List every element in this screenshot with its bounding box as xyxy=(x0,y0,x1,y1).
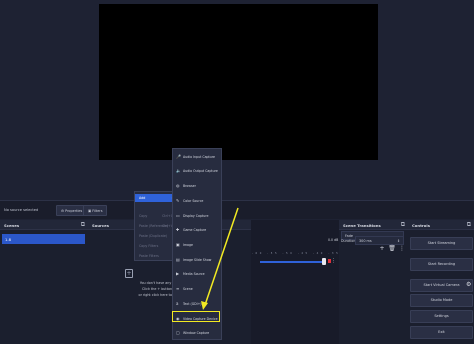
menu-item-paste-duplicate[interactable]: Paste (Duplicate) xyxy=(135,232,176,240)
menu-item-copy[interactable]: Copy Ctrl+C xyxy=(135,212,176,220)
list-icon: ≡ xyxy=(176,286,180,291)
virtual-camera-settings-icon[interactable]: ⚙ xyxy=(466,281,471,288)
transitions-title: Scene Transitions xyxy=(343,223,381,228)
undock-icon[interactable]: ⧉ xyxy=(467,221,471,229)
submenu-item-media-source[interactable]: ▶ Media Source xyxy=(176,268,205,278)
menu-item-add[interactable]: Add› xyxy=(135,194,176,202)
stepper-icon: ⇕ xyxy=(397,239,400,243)
volume-slider[interactable] xyxy=(260,261,326,263)
submenu-item-text-gdi[interactable]: a Text (GDI+) xyxy=(176,298,201,308)
menu-item-paste-filters[interactable]: Paste Filters xyxy=(135,252,176,260)
submenu-item-audio-input-capture[interactable]: 🎤 Audio Input Capture xyxy=(176,151,215,161)
submenu-item-display-capture[interactable]: ▭ Display Capture xyxy=(176,210,208,220)
microphone-icon: 🎤 xyxy=(176,154,181,159)
submenu-item-image-slide-show[interactable]: ▤ Image Slide Show xyxy=(176,254,211,264)
brush-icon: ✎ xyxy=(176,198,180,203)
remove-transition-button[interactable]: 🗑 xyxy=(388,244,396,253)
submenu-item-game-capture[interactable]: ✚ Game Capture xyxy=(176,224,206,234)
play-icon: ▶ xyxy=(176,271,180,276)
submenu-item-window-capture[interactable]: ▢ Window Capture xyxy=(176,327,209,337)
controls-title: Controls xyxy=(412,223,430,228)
studio-mode-button[interactable]: Studio Mode xyxy=(410,294,473,307)
text-icon: a xyxy=(176,301,179,306)
globe-icon: ◍ xyxy=(176,183,180,188)
window-icon: ▢ xyxy=(176,330,180,335)
preview-canvas[interactable] xyxy=(99,4,378,160)
audio-mixer-dock xyxy=(251,220,339,344)
controls-header: Controls ⧉ xyxy=(408,220,474,230)
no-source-label: No source selected xyxy=(4,208,39,212)
submenu-item-audio-output-capture[interactable]: 🔈 Audio Output Capture xyxy=(176,165,218,175)
scenes-title: Scenes xyxy=(4,223,20,228)
mixer-menu-icon[interactable]: ⋮ xyxy=(331,258,336,264)
image-icon: ▣ xyxy=(176,242,180,247)
transitions-header: Scene Transitions ⧉ xyxy=(339,220,408,230)
menu-item-paste-reference[interactable]: Paste (Reference) Ctrl+V xyxy=(135,222,176,230)
add-transition-button[interactable]: + xyxy=(378,244,386,253)
transition-menu-icon[interactable]: ⋮ xyxy=(398,244,406,253)
slideshow-icon: ▤ xyxy=(176,257,180,262)
context-menu: Add› CopyCtrl+C Paste (Reference)Ctrl+V … xyxy=(134,191,177,261)
submenu-item-color-source[interactable]: ✎ Color Source xyxy=(176,195,203,205)
duration-label: Duration xyxy=(341,239,356,243)
undock-icon[interactable]: ⧉ xyxy=(81,221,85,229)
exit-button[interactable]: Exit xyxy=(410,326,473,339)
start-recording-button[interactable]: Start Recording xyxy=(410,258,473,271)
add-source-button[interactable]: + xyxy=(125,269,133,278)
gamepad-icon: ✚ xyxy=(176,227,180,232)
start-streaming-button[interactable]: Start Streaming xyxy=(410,237,473,250)
start-virtual-camera-button[interactable]: Start Virtual Camera xyxy=(410,279,473,292)
menu-item-copy-filters[interactable]: Copy Filters xyxy=(135,242,176,250)
undock-icon[interactable]: ⧉ xyxy=(401,221,405,229)
submenu-item-browser[interactable]: ◍ Browser xyxy=(176,180,196,190)
meter-scale: -60 -55 -50 -45 -40 -35 -30 -25 -20 -15 … xyxy=(252,252,433,255)
volume-slider-handle[interactable] xyxy=(322,258,326,265)
speaker-icon: 🔈 xyxy=(176,168,181,173)
monitor-icon: ▭ xyxy=(176,213,180,218)
submenu-item-image[interactable]: ▣ Image xyxy=(176,239,193,249)
mixer-db-readout: 0.0 dB xyxy=(328,238,339,242)
filters-button[interactable]: ▣ Filters xyxy=(83,205,108,216)
source-toolbar: No source selected ⚙ Properties ▣ Filter… xyxy=(0,200,474,219)
sources-title: Sources xyxy=(92,223,110,228)
submenu-item-scene[interactable]: ≡ Scene xyxy=(176,283,193,293)
highlight-box xyxy=(172,311,220,322)
scenes-dock: Scenes ⧉ 1.8 xyxy=(0,220,88,344)
scenes-header: Scenes ⧉ xyxy=(0,220,88,230)
scene-item[interactable]: 1.8 xyxy=(2,234,85,244)
settings-button[interactable]: Settings xyxy=(410,310,473,323)
